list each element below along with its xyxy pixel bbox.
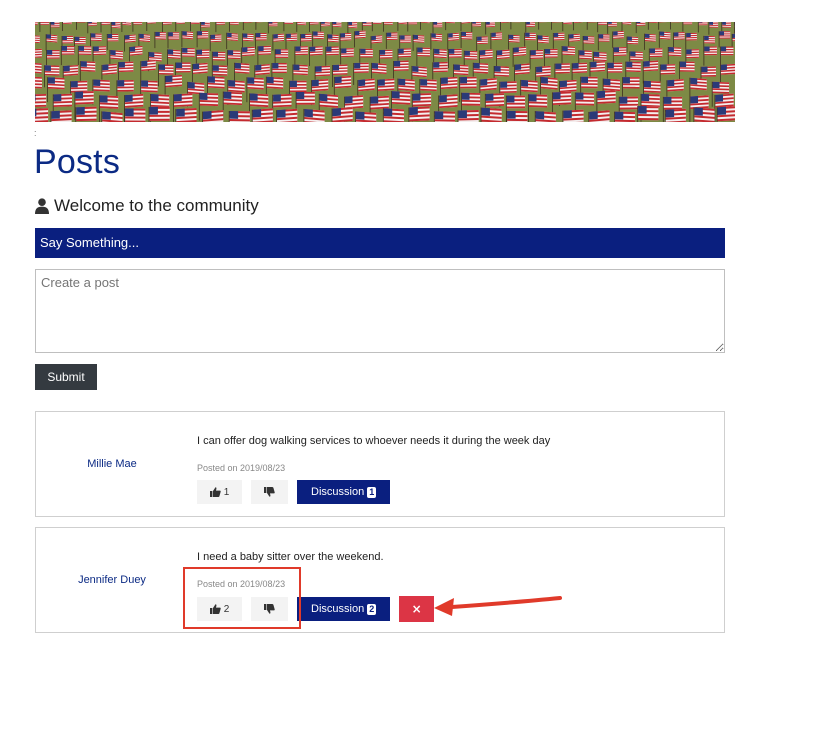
page: : Posts Welcome to the community Say Som… bbox=[0, 0, 822, 733]
composer-header: Say Something... bbox=[35, 228, 725, 258]
discussion-label: Discussion bbox=[311, 486, 365, 498]
create-post-input[interactable] bbox=[35, 269, 725, 353]
close-icon: × bbox=[411, 602, 422, 616]
thumbs-down-icon bbox=[264, 604, 275, 614]
post-card: Jennifer Duey I need a baby sitter over … bbox=[35, 527, 725, 633]
post-date: Posted on 2019/08/23 bbox=[197, 579, 286, 589]
welcome-text: Welcome to the community bbox=[54, 196, 259, 215]
like-button[interactable]: 1 bbox=[197, 480, 242, 504]
user-icon bbox=[35, 198, 49, 214]
flags-illustration bbox=[35, 22, 735, 122]
like-button[interactable]: 2 bbox=[197, 597, 242, 621]
like-count: 1 bbox=[223, 486, 230, 498]
post-card: Millie Mae I can offer dog walking servi… bbox=[35, 411, 725, 517]
stray-mark: : bbox=[34, 128, 37, 138]
submit-button[interactable]: Submit bbox=[35, 364, 97, 390]
post-actions: 1 Discussion 1 bbox=[197, 480, 391, 504]
discussion-label: Discussion bbox=[311, 603, 365, 615]
post-text: I can offer dog walking services to whoe… bbox=[197, 435, 551, 447]
dislike-button[interactable] bbox=[251, 597, 288, 621]
discussion-button[interactable]: Discussion 2 bbox=[297, 597, 391, 621]
post-actions: 2 Discussion 2 × bbox=[197, 596, 435, 622]
post-author[interactable]: Millie Mae bbox=[36, 458, 188, 470]
delete-post-button[interactable]: × bbox=[399, 596, 435, 622]
discussion-count-badge: 2 bbox=[367, 603, 377, 615]
like-count: 2 bbox=[223, 603, 230, 615]
discussion-count-badge: 1 bbox=[367, 486, 377, 498]
dislike-button[interactable] bbox=[251, 480, 288, 504]
post-author[interactable]: Jennifer Duey bbox=[36, 574, 188, 586]
post-text: I need a baby sitter over the weekend. bbox=[197, 551, 384, 563]
banner-image bbox=[35, 22, 735, 122]
post-date: Posted on 2019/08/23 bbox=[197, 463, 286, 473]
page-title: Posts bbox=[34, 143, 121, 181]
thumbs-down-icon bbox=[264, 487, 275, 497]
thumbs-up-icon bbox=[209, 604, 221, 614]
welcome-line: Welcome to the community bbox=[35, 196, 259, 216]
discussion-button[interactable]: Discussion 1 bbox=[297, 480, 391, 504]
thumbs-up-icon bbox=[209, 487, 221, 497]
